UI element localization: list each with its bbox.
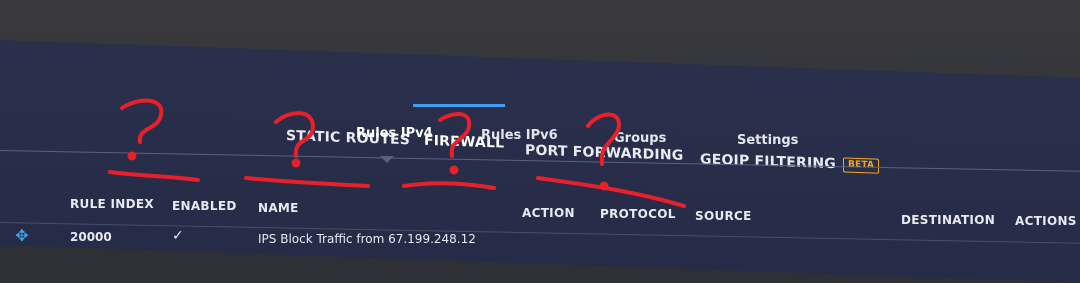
- tab-geoip-label: GEOIP FILTERING: [700, 151, 836, 173]
- caret-down-icon: [380, 156, 394, 163]
- active-tab-indicator: [413, 104, 505, 107]
- column-header-protocol[interactable]: PROTOCOL: [600, 207, 676, 221]
- cell-rule-index: 20000: [70, 230, 112, 244]
- tab-geoip-filtering[interactable]: GEOIP FILTERING BETA: [700, 151, 880, 174]
- column-header-source[interactable]: SOURCE: [695, 209, 752, 223]
- column-header-enabled[interactable]: ENABLED: [172, 199, 237, 213]
- column-header-destination[interactable]: DESTINATION: [901, 213, 995, 227]
- checkmark-icon: ✓: [172, 228, 184, 244]
- move-icon[interactable]: ✥: [12, 226, 32, 246]
- column-header-action[interactable]: ACTION: [522, 206, 575, 220]
- subtab-settings[interactable]: Settings: [737, 133, 798, 148]
- subtab-groups[interactable]: Groups: [614, 131, 666, 146]
- subtab-rules-ipv4[interactable]: Rules IPv4: [356, 126, 433, 141]
- column-header-rule-index[interactable]: RULE INDEX: [70, 197, 154, 211]
- column-header-name[interactable]: NAME: [258, 201, 299, 215]
- cell-name: IPS Block Traffic from 67.199.248.12: [258, 232, 476, 246]
- column-header-actions: ACTIONS: [1015, 214, 1077, 228]
- subtab-rules-ipv6[interactable]: Rules IPv6: [481, 128, 558, 143]
